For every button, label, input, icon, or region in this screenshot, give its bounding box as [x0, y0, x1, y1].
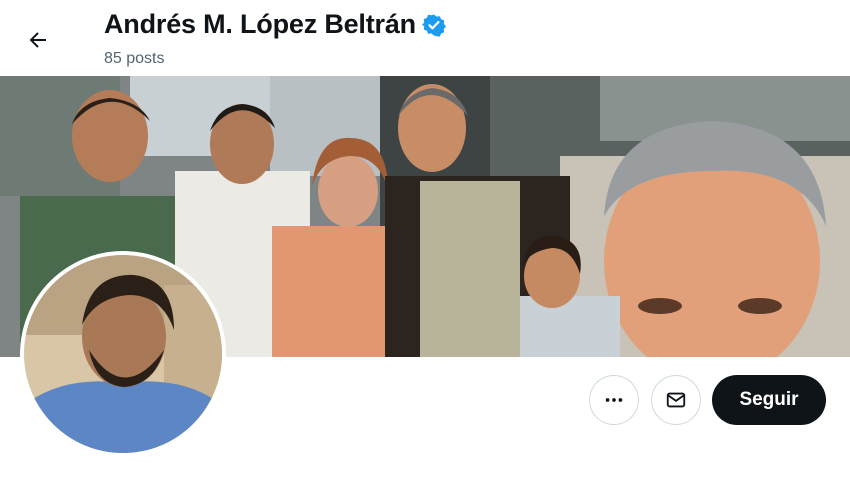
- profile-photo: [24, 255, 222, 453]
- profile-name: Andrés M. López Beltrán: [104, 9, 416, 39]
- more-options-button[interactable]: [589, 375, 639, 425]
- mail-icon: [666, 392, 686, 408]
- verified-badge-icon: [422, 14, 446, 37]
- follow-button[interactable]: Seguir: [712, 375, 826, 425]
- back-button[interactable]: [18, 20, 58, 60]
- arrow-left-icon: [29, 32, 46, 48]
- more-horizontal-icon: [605, 398, 623, 402]
- title-row: Andrés M. López Beltrán: [104, 9, 446, 40]
- profile-header: Andrés M. López Beltrán 85 posts: [0, 0, 850, 76]
- profile-avatar[interactable]: [24, 255, 222, 453]
- posts-count: 85 posts: [104, 50, 165, 67]
- message-button[interactable]: [651, 375, 701, 425]
